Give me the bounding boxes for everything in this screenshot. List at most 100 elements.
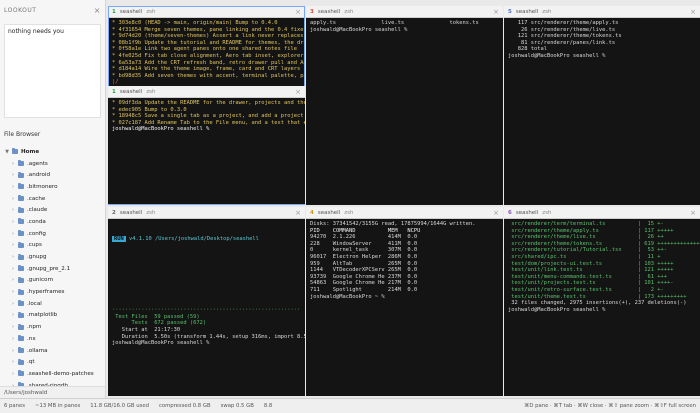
terminal-line: * 08b1f9b Update the tutorial and README… [112,39,305,46]
terminal-line: Tests 672 passed (672) [112,320,207,327]
chevron-right-icon[interactable]: › [8,336,18,342]
tree-item[interactable]: › .gnupg_pre_2.1 [0,263,105,275]
terminal-line: test/unit/retro-surface.test.ts | 2 +- [508,286,664,293]
pane-shell: zsh [146,88,156,95]
tree-item[interactable]: › .seashell-demo-patches [0,368,105,380]
terminal-output[interactable]: apply.ts live.ts tokens.ts joshwald@MacBo… [306,18,503,35]
notes-panel[interactable]: nothing needs you [4,24,101,118]
tree-item[interactable]: › .config [0,228,105,240]
terminal-line: 0 kernel_task 307M 0.0 [310,247,418,254]
tree-item[interactable]: › .cache [0,193,105,205]
tree-item[interactable]: › .gnupg [0,251,105,263]
tree-item-label: .agents [27,160,48,167]
terminal-output[interactable]: Disks: 37341542/3155G read, 17875994/164… [306,219,503,302]
terminal-output[interactable]: * 303e8c0 (HEAD -> main, origin/main) Bu… [108,18,305,88]
tree-item[interactable]: › .conda [0,216,105,228]
tree-item[interactable]: › .claude [0,204,105,216]
chevron-down-icon[interactable]: ▼ [2,149,12,155]
terminal-output[interactable]: * 09df3da Update the README for the draw… [108,98,305,135]
chevron-right-icon[interactable]: › [8,254,18,260]
file-tree: ▼ Home › .agents › .android › .bitmonero › .cac… [0,146,105,398]
tree-item[interactable]: › .agents [0,158,105,170]
chevron-right-icon[interactable]: › [8,277,18,283]
terminal-output[interactable]: RUN v4.1.10 /Users/joshwald/Desktop/seas… [108,219,305,349]
close-icon[interactable]: × [94,6,101,15]
close-pane-icon[interactable]: × [690,209,696,217]
close-pane-icon[interactable]: × [295,8,301,16]
test-summary: Test Files 59 passed (59) Tests 672 pass… [112,314,305,347]
terminal-line: apply.ts live.ts tokens.ts [310,20,479,26]
chevron-right-icon[interactable]: › [8,219,18,225]
status-gauge: 8.8 [263,403,273,409]
pane-titlebar[interactable]: 2 seashell zsh × [108,207,305,219]
tree-item[interactable]: › .local [0,298,105,310]
terminal-line: 711 Spotlight 214M 0.0 [310,286,418,293]
pane-titlebar[interactable]: 1 seashell zsh × [108,86,305,98]
chevron-right-icon[interactable]: › [8,196,18,202]
terminal-line: test/unit/link.test.ts | 121 +++++ [508,267,674,274]
folder-icon [18,206,24,213]
pane-titlebar[interactable]: 6 seashell zsh × [504,207,700,219]
chevron-right-icon[interactable]: › [8,301,18,307]
close-pane-icon[interactable]: × [493,8,499,16]
terminal-pane-5[interactable]: 2 seashell zsh × RUN v4.1.10 /Users/josh… [108,207,305,396]
tree-item[interactable]: › .cups [0,240,105,252]
folder-icon [18,276,24,283]
terminal-pane-2[interactable]: 1 seashell zsh × * 09df3da Update the RE… [108,86,305,204]
chevron-right-icon[interactable]: › [8,266,18,272]
tree-item-label: .claude [27,207,48,214]
pane-number: 1 [112,8,116,15]
terminal-output[interactable]: src/renderer/term/terminal.ts | 15 +- sr… [504,219,700,315]
tree-item-label: .seashell-demo-patches [27,370,94,377]
pane-titlebar[interactable]: 4 seashell zsh × [306,207,503,219]
tree-root-label: Home [21,148,40,155]
tree-item-label: .npm [27,324,42,331]
close-pane-icon[interactable]: × [295,88,301,96]
tree-item[interactable]: › .qt [0,356,105,368]
chevron-right-icon[interactable]: › [8,242,18,248]
tree-item[interactable]: › .matplotlib [0,310,105,322]
chevron-right-icon[interactable]: › [8,359,18,365]
pane-titlebar[interactable]: 5 seashell zsh × [504,6,700,18]
folder-icon [18,288,24,295]
tree-item[interactable]: › .bitmonero [0,181,105,193]
pane-number: 6 [508,209,512,216]
terminal-output[interactable]: 117 src/renderer/theme/apply.ts 26 src/r… [504,18,700,62]
tree-item[interactable]: › .nx [0,333,105,345]
pane-title: seashell [515,209,539,216]
pane-titlebar[interactable]: 3 seashell zsh × [306,6,503,18]
chevron-right-icon[interactable]: › [8,207,18,213]
terminal-pane-4[interactable]: 5 seashell zsh × 117 src/renderer/theme/… [504,6,700,205]
lookout-title: LOOKOUT [4,6,37,14]
terminal-line: * 027c187 Add Rename Tab to the File men… [112,119,305,126]
close-pane-icon[interactable]: × [295,209,301,217]
terminal-pane-3[interactable]: 3 seashell zsh × apply.ts live.ts tokens… [306,6,503,205]
tree-item[interactable]: › .npm [0,321,105,333]
tree-item[interactable]: › .android [0,169,105,181]
close-pane-icon[interactable]: × [493,209,499,217]
chevron-right-icon[interactable]: › [8,172,18,178]
pane-titlebar[interactable]: 1 seashell zsh × [108,6,305,18]
chevron-right-icon[interactable]: › [8,231,18,237]
tree-item[interactable]: › .hyperframes [0,286,105,298]
chevron-right-icon[interactable]: › [8,348,18,354]
terminal-line: joshwald@MacBookPro seashell % [508,52,609,59]
chevron-right-icon[interactable]: › [8,161,18,167]
tree-item[interactable]: › .gunicorn [0,275,105,287]
chevron-right-icon[interactable]: › [8,371,18,377]
terminal-line: 54863 Google Chrome He 217M 0.0 [310,280,418,287]
tree-item-label: .matplotlib [27,312,58,319]
tree-item[interactable]: › .ollama [0,345,105,357]
chevron-right-icon[interactable]: › [8,184,18,190]
tree-root-home[interactable]: ▼ Home [0,146,105,158]
terminal-pane-7[interactable]: 6 seashell zsh × src/renderer/term/termi… [504,207,700,396]
chevron-right-icon[interactable]: › [8,324,18,330]
terminal-line: 117 src/renderer/theme/apply.ts [508,20,619,26]
chevron-right-icon[interactable]: › [8,312,18,318]
terminal-pane-6[interactable]: 4 seashell zsh × Disks: 37341542/3155G r… [306,207,503,396]
chevron-right-icon[interactable]: › [8,289,18,295]
close-pane-icon[interactable]: × [690,8,696,16]
folder-icon [12,148,18,155]
pane-title: seashell [119,209,143,216]
run-text: v4.1.10 /Users/joshwald/Desktop/seashell [125,235,259,242]
